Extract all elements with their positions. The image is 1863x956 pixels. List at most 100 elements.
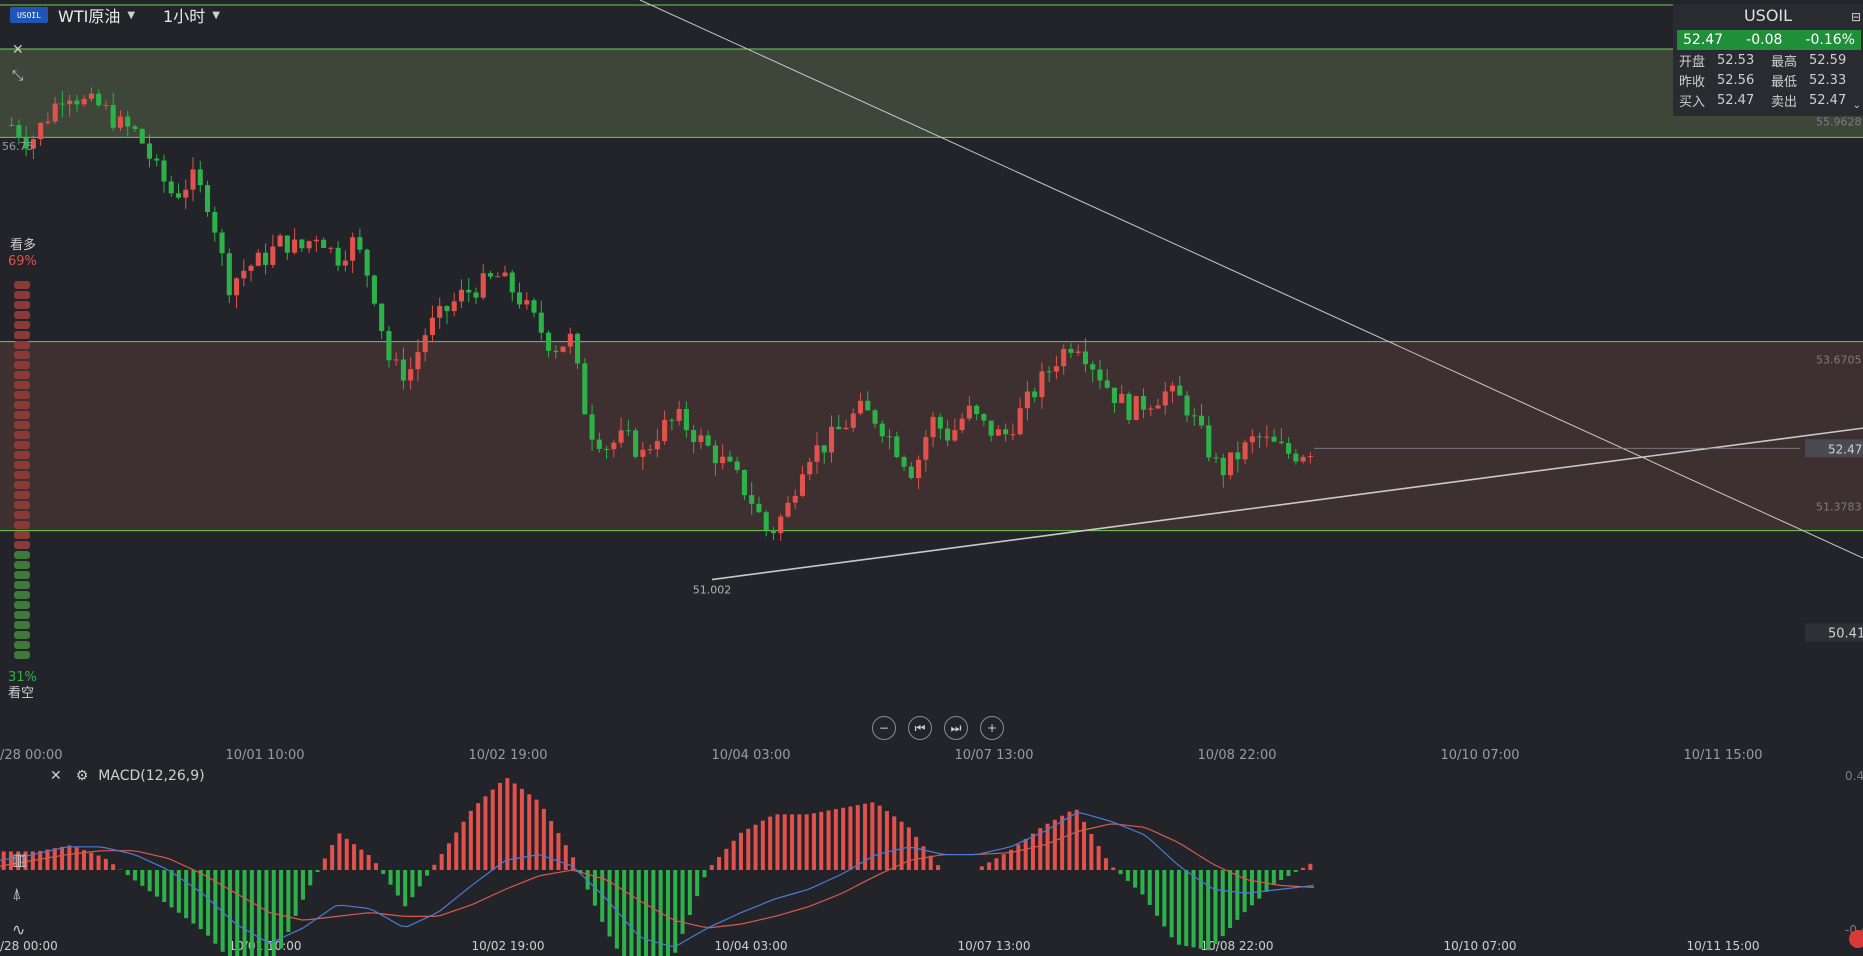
plus-icon[interactable]: + <box>980 716 1004 740</box>
expand-icon[interactable]: ⊟ <box>1851 10 1861 24</box>
sentiment-segment <box>14 591 30 599</box>
x-tick-label: /28 00:00 <box>0 748 63 763</box>
candle-body <box>444 306 450 312</box>
sentiment-segment <box>14 411 30 419</box>
sentiment-segment <box>14 321 30 329</box>
gear-icon[interactable]: ⚙ <box>76 768 89 784</box>
sentiment-segment <box>14 561 30 569</box>
candle-body <box>575 333 581 364</box>
sentiment-segment <box>14 551 30 559</box>
candle-body <box>1090 364 1096 370</box>
candle-body <box>1271 436 1277 442</box>
candle-body <box>618 430 624 443</box>
candle-body <box>1184 395 1190 416</box>
candle-body <box>270 246 276 265</box>
candle-body <box>538 312 544 333</box>
quote-panel: USOIL ⊟ 52.47 -0.08 -0.16% 开盘 52.53 最高 5… <box>1673 4 1863 116</box>
candle-body <box>756 503 762 513</box>
candle-body <box>1169 385 1176 392</box>
candle-body <box>1286 443 1292 454</box>
candle-body <box>1010 434 1016 436</box>
x-tick-label: 10/11 15:00 <box>1687 939 1760 953</box>
symbol-selector[interactable]: WTI原油 ▼ <box>58 3 135 27</box>
candle-body <box>371 275 377 304</box>
candle-body <box>1249 436 1255 443</box>
candle-body <box>582 363 588 415</box>
x-tick-label: 10/02 19:00 <box>468 748 547 763</box>
low-value: 52.33 <box>1809 72 1847 88</box>
candle-body <box>524 300 530 305</box>
timeframe-selector[interactable]: 1小时 ▼ <box>163 3 220 27</box>
candle-body <box>248 265 254 271</box>
zone-band <box>0 49 1863 138</box>
candle-body <box>785 502 791 517</box>
candle-body <box>154 158 160 161</box>
candle-body <box>466 289 472 293</box>
last-price: 52.47 <box>1683 32 1724 48</box>
candle-body <box>96 93 102 106</box>
x-tick-label: 10/07 13:00 <box>958 939 1031 953</box>
price-chart[interactable]: 52.474 55.9628 53.6705 51.3783 50.41 56.75 51.… <box>0 0 1863 956</box>
candle-body <box>553 350 559 352</box>
candle-body <box>1213 457 1219 459</box>
candle-body <box>125 116 131 127</box>
bull-label: 看多 <box>10 237 36 253</box>
price-label: 55.9628 <box>1816 115 1862 128</box>
chevron-down-icon[interactable]: ⌄ <box>1853 100 1861 111</box>
candle-body <box>1206 425 1212 458</box>
candle-body <box>1235 452 1241 460</box>
close-icon[interactable]: ✕ <box>50 768 62 784</box>
sentiment-segment <box>14 381 30 389</box>
close-icon[interactable]: ✕ <box>12 42 24 58</box>
candle-body <box>45 121 51 123</box>
candle-body <box>234 278 240 296</box>
ask-label: 卖出 <box>1771 94 1798 110</box>
candle-body <box>792 495 798 503</box>
bear-label: 看空 <box>8 685 34 701</box>
candle-body <box>1111 387 1118 404</box>
candle-body <box>1039 371 1045 398</box>
candle-body <box>400 359 406 381</box>
x-tick-label: 10/11 15:00 <box>1683 748 1762 763</box>
chart-navigation: − ⏮ ⏭ + <box>872 716 1016 740</box>
skip-forward-icon[interactable]: ⏭ <box>944 716 968 740</box>
bear-pct: 31% <box>8 670 37 685</box>
candle-body <box>1242 442 1248 460</box>
candle-body <box>1024 391 1030 409</box>
minus-icon[interactable]: − <box>872 716 896 740</box>
bid-value: 52.47 <box>1717 92 1755 108</box>
sentiment-segment <box>14 461 30 469</box>
macd-dif-line <box>0 811 1315 947</box>
macd-label: MACD(12,26,9) <box>98 768 205 784</box>
x-tick-label: 10/04 03:00 <box>715 939 788 953</box>
collapse-icon[interactable]: ⤡ <box>12 68 23 84</box>
candle-body <box>1148 408 1154 410</box>
sentiment-segment <box>14 621 30 629</box>
open-label: 开盘 <box>1679 54 1706 70</box>
candle-body <box>872 410 878 424</box>
quote-change-bar: 52.47 -0.08 -0.16% <box>1677 30 1861 50</box>
candle-body <box>1198 415 1205 426</box>
sentiment-segment <box>14 281 30 289</box>
toolbar: USOIL WTI原油 ▼ 1小时 ▼ <box>0 0 220 30</box>
candle-body <box>1307 456 1313 458</box>
indicator-icon[interactable]: ▥ <box>12 850 27 869</box>
candle-body <box>59 103 65 105</box>
candle-body <box>103 105 109 107</box>
chevron-down-icon: ▼ <box>127 9 136 21</box>
candle-body <box>974 405 980 415</box>
x-tick-label: 10/04 03:00 <box>711 748 790 763</box>
candle-body <box>241 270 247 279</box>
candle-body <box>16 125 22 138</box>
candle-body <box>683 408 689 431</box>
x-tick-label: 10/07 13:00 <box>954 748 1033 763</box>
skip-back-icon[interactable]: ⏮ <box>908 716 932 740</box>
wave-icon[interactable]: ∿ <box>12 920 25 939</box>
candle-body <box>502 272 508 277</box>
candle-body <box>966 405 972 419</box>
sentiment-segment <box>14 301 30 309</box>
x-tick-label: 10/01 10:00 <box>225 748 304 763</box>
sentiment-segment <box>14 311 30 319</box>
quote-title: USOIL <box>1743 6 1793 25</box>
drawing-tool-icon[interactable]: ⍋ <box>12 884 22 904</box>
